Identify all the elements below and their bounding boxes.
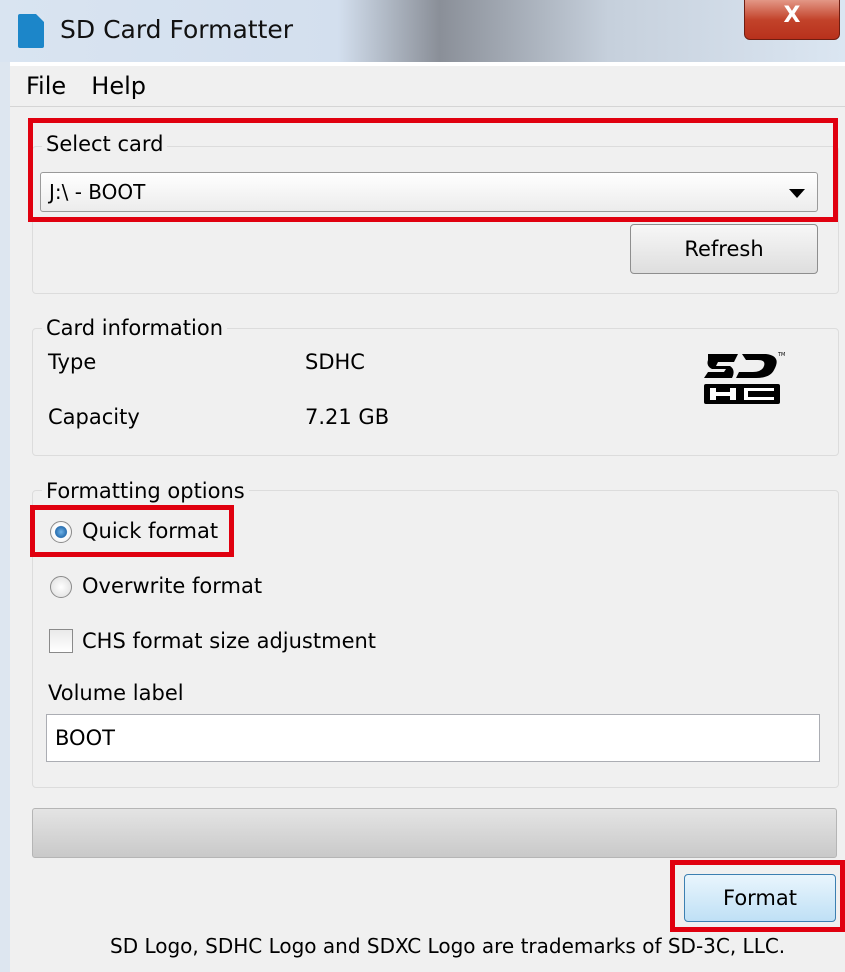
highlight-quick-format xyxy=(30,505,234,557)
card-info-label: Card information xyxy=(42,316,228,340)
window-frame xyxy=(0,62,10,972)
menu-help[interactable]: Help xyxy=(91,66,146,106)
sd-card-icon xyxy=(18,14,44,48)
overwrite-format-label[interactable]: Overwrite format xyxy=(82,574,262,598)
close-button[interactable]: X xyxy=(744,0,840,40)
menu-bar: File Help xyxy=(10,66,845,107)
type-label: Type xyxy=(48,350,97,374)
volume-label-input[interactable]: BOOT xyxy=(46,714,820,762)
title-bar: SD Card Formatter X xyxy=(0,0,845,62)
highlight-select-card xyxy=(28,118,838,222)
volume-label-title: Volume label xyxy=(48,681,184,705)
overwrite-format-radio[interactable] xyxy=(50,576,72,598)
capacity-label: Capacity xyxy=(48,405,140,429)
svg-text:TM: TM xyxy=(777,352,785,358)
progress-bar xyxy=(32,808,837,858)
highlight-format-button xyxy=(670,860,845,932)
capacity-value: 7.21 GB xyxy=(305,405,390,429)
trademark-notice: SD Logo, SDHC Logo and SDXC Logo are tra… xyxy=(110,934,786,958)
menu-file[interactable]: File xyxy=(26,66,66,106)
chs-adjustment-label[interactable]: CHS format size adjustment xyxy=(82,629,376,653)
sdhc-logo: TM xyxy=(704,352,785,404)
format-options-label: Formatting options xyxy=(42,479,249,503)
chs-adjustment-checkbox[interactable] xyxy=(49,629,73,653)
refresh-button[interactable]: Refresh xyxy=(630,224,818,274)
window-title: SD Card Formatter xyxy=(60,15,294,44)
type-value: SDHC xyxy=(305,350,365,374)
